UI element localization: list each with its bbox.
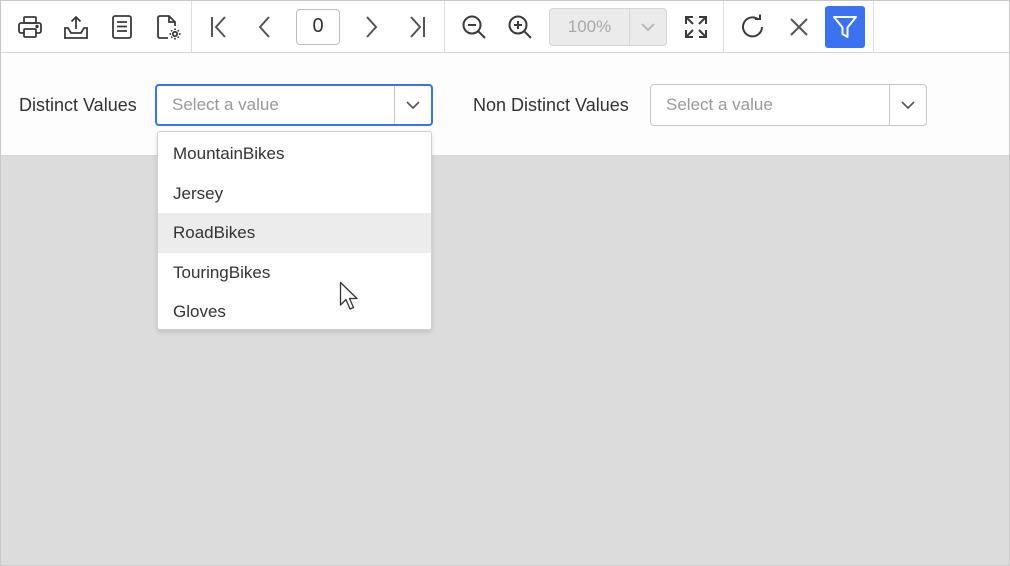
- distinct-values-combobox[interactable]: Select a value: [155, 84, 433, 126]
- chevron-down-icon: [641, 22, 655, 31]
- list-item[interactable]: RoadBikes: [158, 213, 431, 253]
- zoom-select[interactable]: 100%: [549, 7, 667, 46]
- print-icon: [18, 15, 42, 38]
- print-button[interactable]: [10, 6, 50, 48]
- toolbar-separator: [444, 1, 445, 52]
- first-page-icon: [211, 15, 226, 38]
- first-page-button[interactable]: [199, 6, 239, 48]
- toolbar-group-zoom: 100%: [451, 1, 719, 52]
- chevron-down-icon: [901, 101, 915, 110]
- list-item[interactable]: MountainBikes: [158, 134, 431, 174]
- toolbar-separator: [873, 1, 874, 52]
- page-setup-button[interactable]: [148, 6, 188, 48]
- toolbar-group-actions: [730, 1, 868, 52]
- non-distinct-values-combobox[interactable]: Select a value: [650, 84, 927, 126]
- zoom-value: 100%: [567, 16, 612, 36]
- last-page-button[interactable]: [397, 6, 437, 48]
- toolbar: 0 100%: [1, 1, 1009, 53]
- report-viewer: 0 100% Distinct Values Select a value No…: [0, 0, 1010, 566]
- parameter-panel: Distinct Values Select a value Non Disti…: [1, 53, 1009, 156]
- distinct-values-popup: MountainBikes Jersey RoadBikes TouringBi…: [157, 131, 432, 330]
- fit-page-icon: [685, 15, 707, 38]
- refresh-icon: [742, 14, 763, 37]
- non-distinct-values-dropdown-button[interactable]: [889, 85, 926, 125]
- previous-page-icon: [258, 15, 270, 38]
- next-page-icon: [366, 15, 378, 38]
- toolbar-group-navigation: 0: [196, 1, 440, 52]
- close-icon: [790, 17, 808, 36]
- list-item[interactable]: TouringBikes: [158, 253, 431, 293]
- zoom-dropdown-button[interactable]: [629, 8, 666, 45]
- non-distinct-values-input[interactable]: Select a value: [651, 95, 889, 115]
- document-icon: [112, 14, 132, 39]
- zoom-in-button[interactable]: [500, 6, 540, 48]
- close-button[interactable]: [779, 6, 819, 48]
- page-number-input[interactable]: 0: [296, 8, 340, 45]
- toolbar-separator: [723, 1, 724, 52]
- zoom-in-icon: [508, 15, 532, 39]
- toolbar-group-file: [7, 1, 191, 52]
- toolbar-separator: [191, 1, 192, 52]
- distinct-values-label: Distinct Values: [19, 95, 137, 115]
- distinct-values-dropdown-button[interactable]: [394, 86, 431, 124]
- distinct-values-input[interactable]: Select a value: [157, 95, 394, 115]
- filter-button[interactable]: [825, 5, 865, 48]
- document-button[interactable]: [102, 6, 142, 48]
- export-icon: [64, 15, 88, 39]
- filter-icon: [833, 15, 857, 38]
- zoom-out-icon: [462, 15, 486, 39]
- zoom-out-button[interactable]: [454, 6, 494, 48]
- non-distinct-values-label: Non Distinct Values: [473, 95, 629, 115]
- mouse-cursor-icon: [339, 281, 358, 310]
- list-item[interactable]: Jersey: [158, 174, 431, 214]
- page-setup-icon: [157, 14, 181, 39]
- next-page-button[interactable]: [351, 6, 391, 48]
- refresh-button[interactable]: [733, 6, 773, 48]
- last-page-icon: [410, 15, 425, 38]
- list-item[interactable]: Gloves: [158, 292, 431, 332]
- export-button[interactable]: [56, 6, 96, 48]
- fit-page-button[interactable]: [676, 6, 716, 48]
- previous-page-button[interactable]: [245, 6, 285, 48]
- chevron-down-icon: [406, 101, 420, 110]
